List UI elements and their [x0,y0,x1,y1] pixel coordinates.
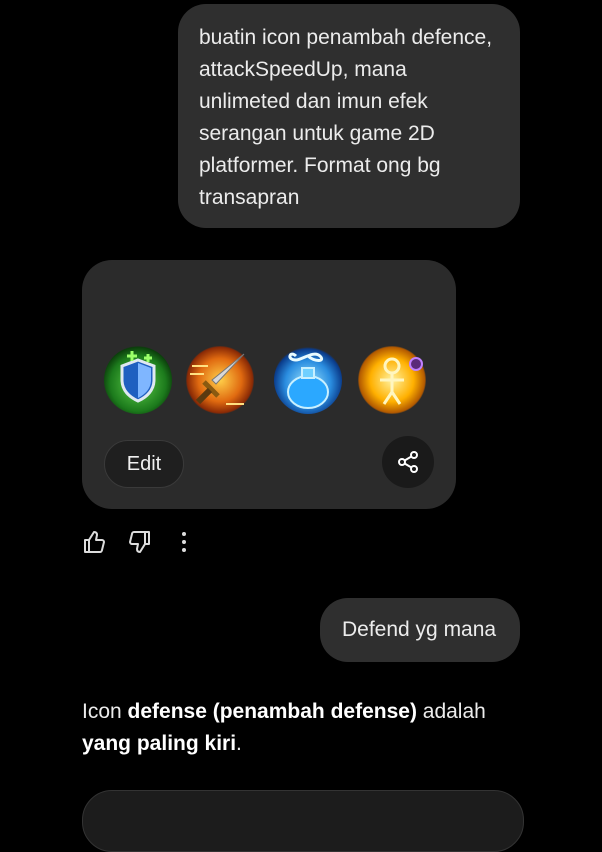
sword-speed-icon[interactable] [186,346,254,414]
answer-bold-2: yang paling kiri [82,732,237,755]
assistant-answer: Icon defense (penambah defense) adalah y… [82,696,522,760]
answer-text-3: . [236,732,242,755]
more-vertical-icon[interactable] [172,530,198,556]
thumbs-up-icon[interactable] [82,530,108,556]
answer-bold-1: defense (penambah defense) [127,700,417,723]
generated-image-card[interactable]: Edit [82,260,456,509]
immune-aura-icon[interactable] [358,346,426,414]
next-message-card [82,790,524,852]
share-button[interactable] [382,436,434,488]
edit-button[interactable]: Edit [104,440,184,488]
answer-text-2: adalah [416,700,486,723]
user-message-text: buatin icon penambah defence, attackSpee… [199,26,493,209]
share-icon [398,451,418,473]
shield-plus-icon[interactable] [104,346,172,414]
answer-text-1: Icon [82,700,128,723]
user-followup-text: Defend yg mana [342,618,497,641]
thumbs-down-icon[interactable] [128,530,154,556]
user-message-bubble: buatin icon penambah defence, attackSpee… [178,4,520,228]
user-followup-bubble: Defend yg mana [320,598,520,662]
mana-potion-infinity-icon[interactable] [274,346,342,414]
